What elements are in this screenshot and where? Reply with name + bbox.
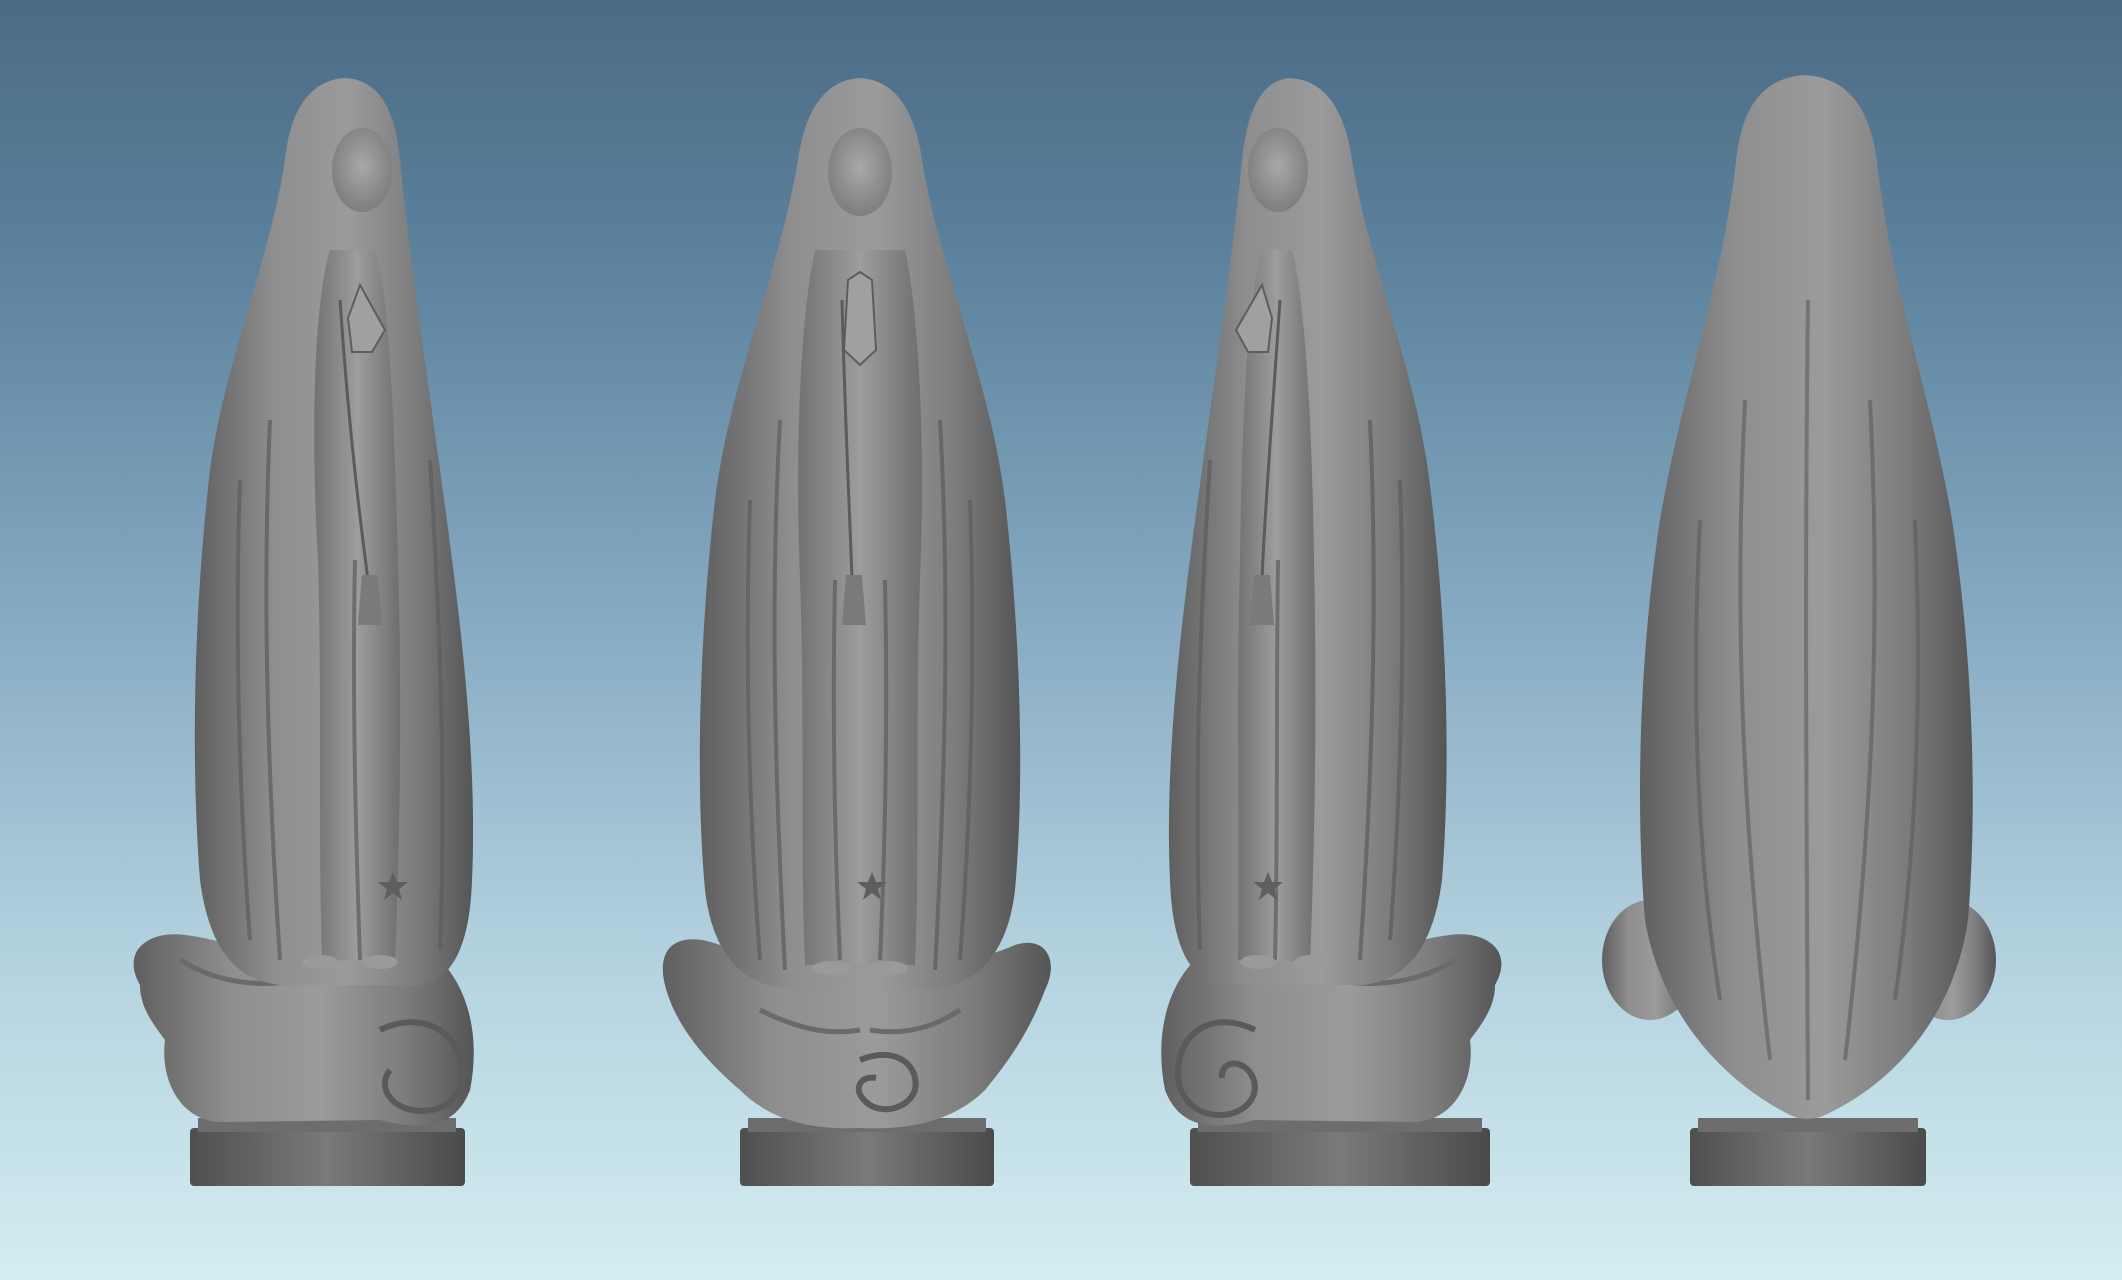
face xyxy=(332,128,392,212)
feet xyxy=(812,961,852,975)
statue-turnaround-scene xyxy=(133,75,1996,1186)
statue-view-three-quarter-left xyxy=(133,78,474,1186)
pedestal-base xyxy=(1690,1118,1926,1186)
praying-hands xyxy=(842,270,878,367)
feet xyxy=(362,955,398,969)
feet xyxy=(1240,955,1276,969)
pedestal-base xyxy=(1190,1118,1490,1186)
face xyxy=(1248,128,1308,212)
pedestal-base xyxy=(190,1118,465,1186)
statue-view-back xyxy=(1602,75,1996,1186)
statue-view-front xyxy=(662,78,1051,1186)
feet xyxy=(302,955,338,969)
feet xyxy=(1294,955,1330,969)
feet xyxy=(868,961,908,975)
statue-view-three-quarter-right xyxy=(1161,78,1502,1186)
face xyxy=(828,128,892,216)
